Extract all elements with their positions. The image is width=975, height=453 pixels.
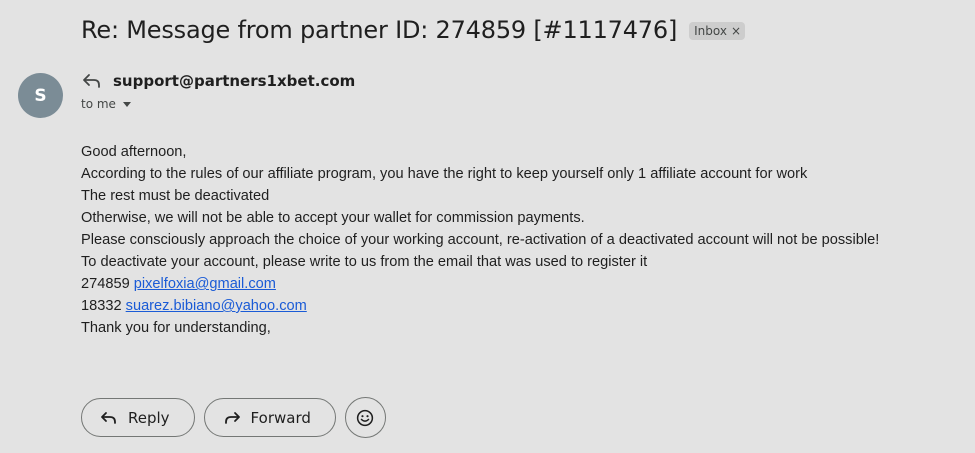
sender-email[interactable]: support@partners1xbet.com [113, 72, 355, 90]
forward-arrow-icon [223, 409, 241, 427]
recipient-text: to me [81, 97, 116, 111]
body-line: To deactivate your account, please write… [81, 254, 648, 270]
account-line: 274859 pixelfoxia@gmail.com [81, 273, 879, 295]
reply-arrow-icon [100, 409, 118, 427]
sender-row: support@partners1xbet.com [81, 72, 355, 90]
body-line: According to the rules of our affiliate … [81, 166, 808, 182]
emoji-reaction-button[interactable] [344, 397, 386, 438]
sender-avatar[interactable]: S [18, 73, 63, 118]
subject-row: Re: Message from partner ID: 274859 [#11… [81, 16, 746, 44]
recipient-details-toggle[interactable]: to me [81, 97, 131, 111]
caret-down-icon[interactable] [122, 102, 131, 107]
body-line: Otherwise, we will not be able to accept… [81, 210, 585, 226]
account-id: 18332 [81, 298, 122, 314]
inbox-label-text: Inbox [694, 24, 727, 38]
remove-label-icon[interactable]: × [731, 24, 741, 38]
body-line: The rest must be deactivated [81, 188, 270, 204]
message-actions: Reply Forward [81, 397, 386, 438]
avatar-letter: S [34, 85, 47, 106]
forward-button[interactable]: Forward [203, 398, 336, 437]
body-line: Please consciously approach the choice o… [81, 232, 880, 248]
email-body: Good afternoon, According to the rules o… [81, 141, 879, 339]
account-line: 18332 suarez.bibiano@yahoo.com [81, 295, 879, 317]
email-subject: Re: Message from partner ID: 274859 [#11… [81, 16, 678, 44]
inbox-label-chip[interactable]: Inbox × [689, 22, 746, 40]
forward-label: Forward [250, 408, 311, 427]
body-line: Good afternoon, [81, 144, 187, 160]
closing-line: Thank you for understanding, [81, 320, 271, 336]
account-email-link[interactable]: pixelfoxia@gmail.com [134, 276, 276, 292]
emoji-smile-icon [356, 409, 374, 427]
replied-arrow-icon [81, 72, 103, 90]
account-email-link[interactable]: suarez.bibiano@yahoo.com [126, 298, 307, 314]
account-id: 274859 [81, 276, 130, 292]
reply-button[interactable]: Reply [81, 398, 195, 437]
reply-label: Reply [128, 408, 170, 427]
email-view: Re: Message from partner ID: 274859 [#11… [0, 0, 975, 453]
